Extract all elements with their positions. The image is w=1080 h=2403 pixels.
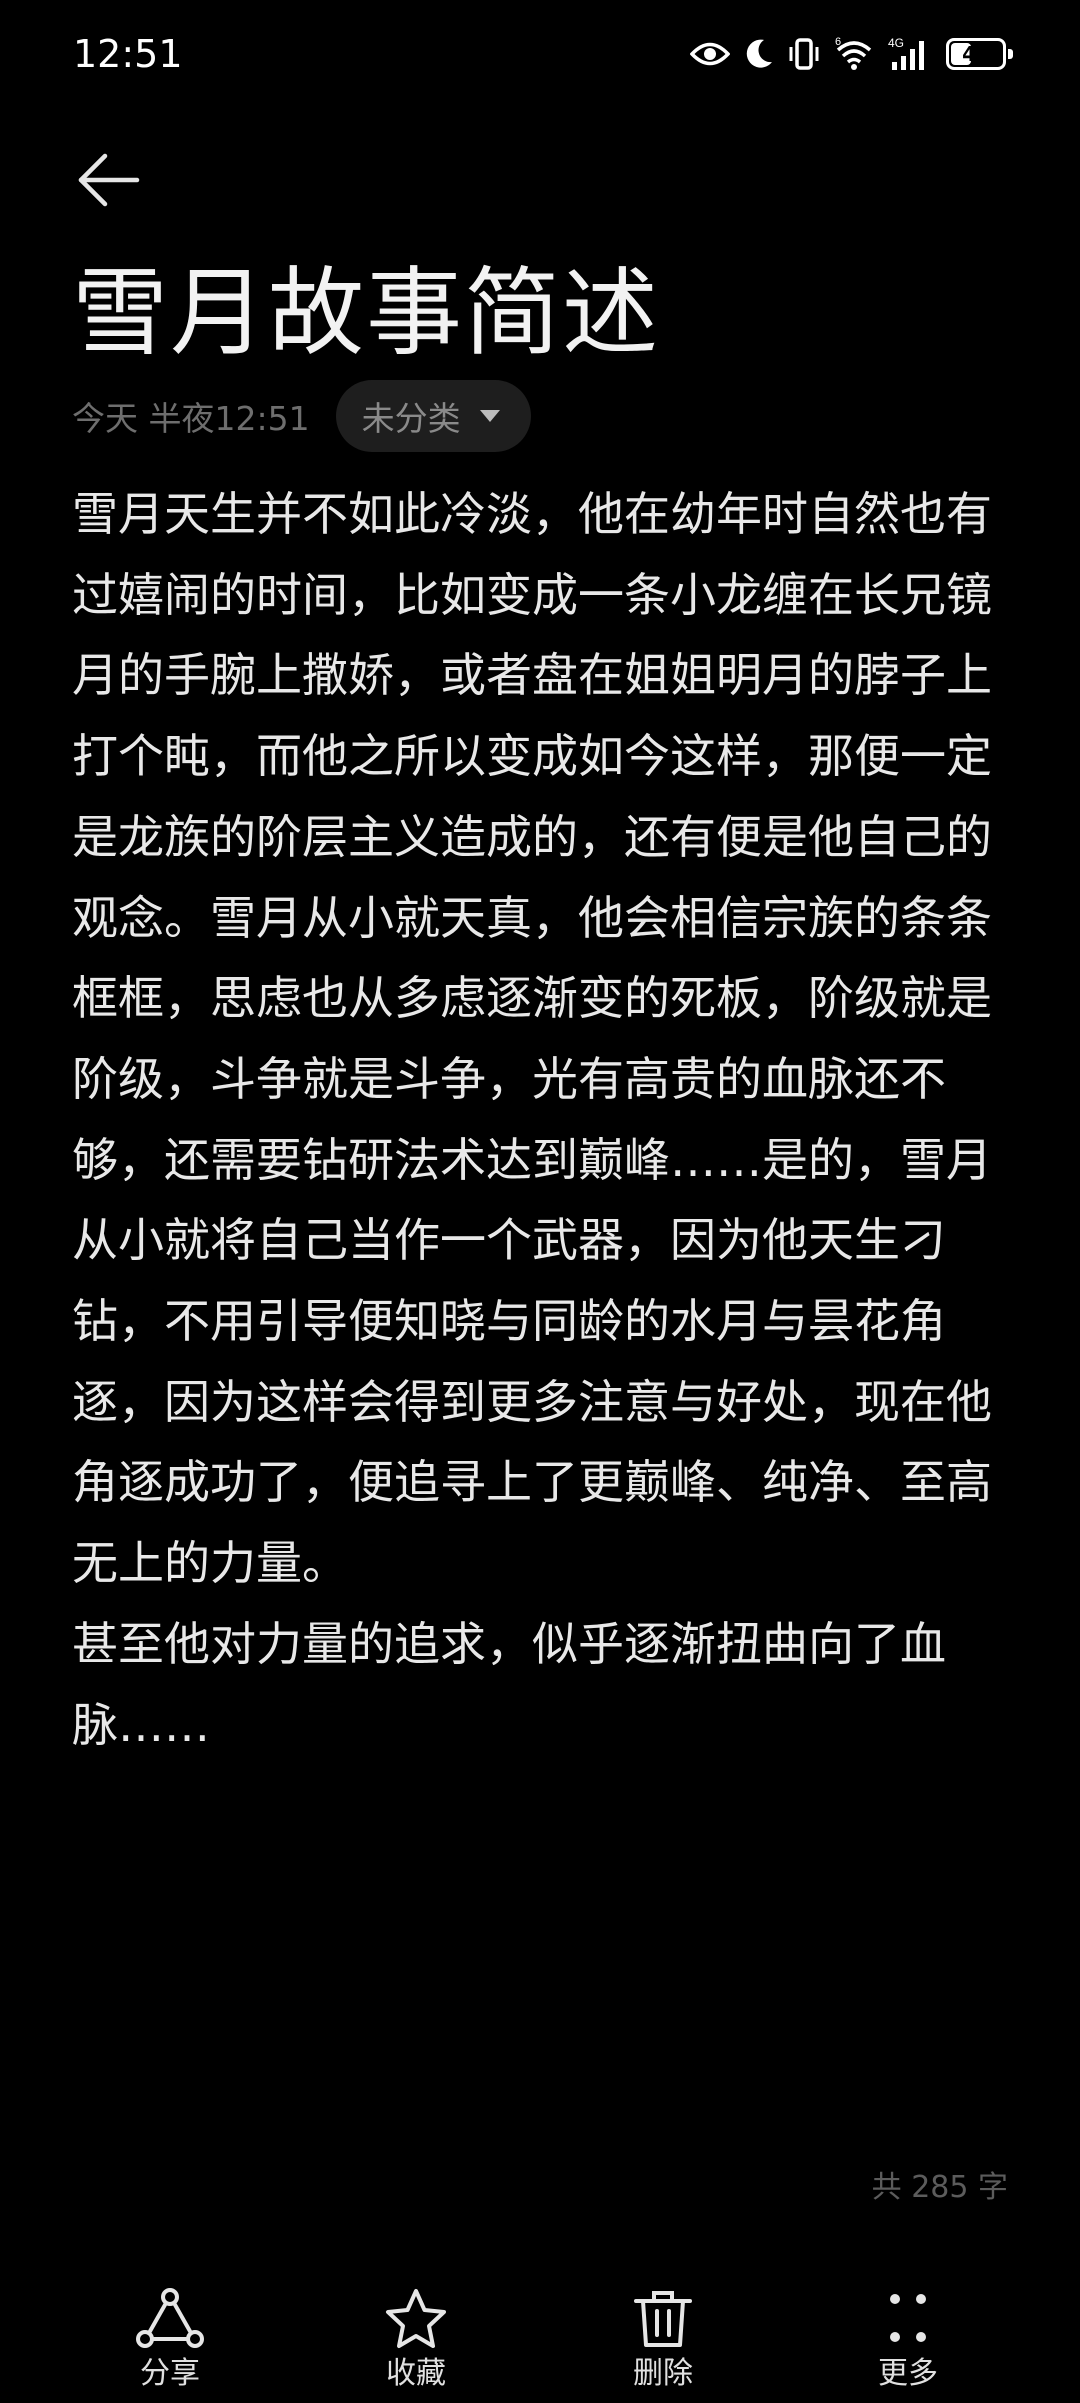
status-icons: 6 4G 44 [690, 30, 1013, 78]
note-body[interactable]: 雪月天生并不如此冷淡，他在幼年时自然也有过嬉闹的时间，比如变成一条小龙缠在长兄镜… [72, 474, 1008, 1765]
share-button[interactable]: 分享 [80, 2270, 260, 2403]
network-label: 4G [888, 36, 904, 50]
arrow-left-icon [78, 153, 140, 207]
more-button[interactable]: 更多 [818, 2270, 998, 2403]
eye-icon [690, 39, 730, 69]
category-label: 未分类 [361, 399, 461, 438]
share-icon [136, 2288, 204, 2348]
favorite-label: 收藏 [386, 2356, 446, 2391]
word-count: 共 285 字 [871, 2170, 1008, 2205]
caret-down-icon [479, 410, 500, 422]
battery-level: 44 [962, 42, 990, 66]
note-date: 今天 半夜12:51 [72, 399, 310, 438]
status-bar: 12:51 6 4G 44 [0, 0, 1080, 110]
back-button[interactable] [64, 135, 154, 225]
share-label: 分享 [140, 2356, 200, 2391]
favorite-button[interactable]: 收藏 [326, 2270, 506, 2403]
delete-button[interactable]: 删除 [573, 2270, 753, 2403]
wifi-label: 6 [835, 36, 841, 48]
trash-icon [634, 2291, 692, 2347]
page-title[interactable]: 雪月故事简述 [72, 248, 660, 378]
note-paragraph: 雪月天生并不如此冷淡，他在幼年时自然也有过嬉闹的时间，比如变成一条小龙缠在长兄镜… [72, 487, 992, 1591]
status-time: 12:51 [73, 32, 183, 76]
delete-label: 删除 [633, 2356, 693, 2391]
note-paragraph: 甚至他对力量的追求，似乎逐渐扭曲向了血脉…… [72, 1616, 946, 1752]
category-dropdown[interactable]: 未分类 [335, 380, 531, 452]
wifi-icon: 6 [834, 36, 874, 72]
battery-icon: 44 [946, 38, 1013, 70]
note-meta: 今天 半夜12:51 未分类 [72, 380, 531, 452]
vibrate-icon [788, 37, 820, 71]
bottom-toolbar: 分享 收藏 删除 更多 [0, 2270, 1080, 2403]
signal-icon: 4G [888, 36, 932, 72]
star-icon [386, 2289, 446, 2348]
more-label: 更多 [878, 2356, 938, 2391]
moon-icon [744, 38, 774, 70]
more-dots-icon [890, 2294, 926, 2342]
